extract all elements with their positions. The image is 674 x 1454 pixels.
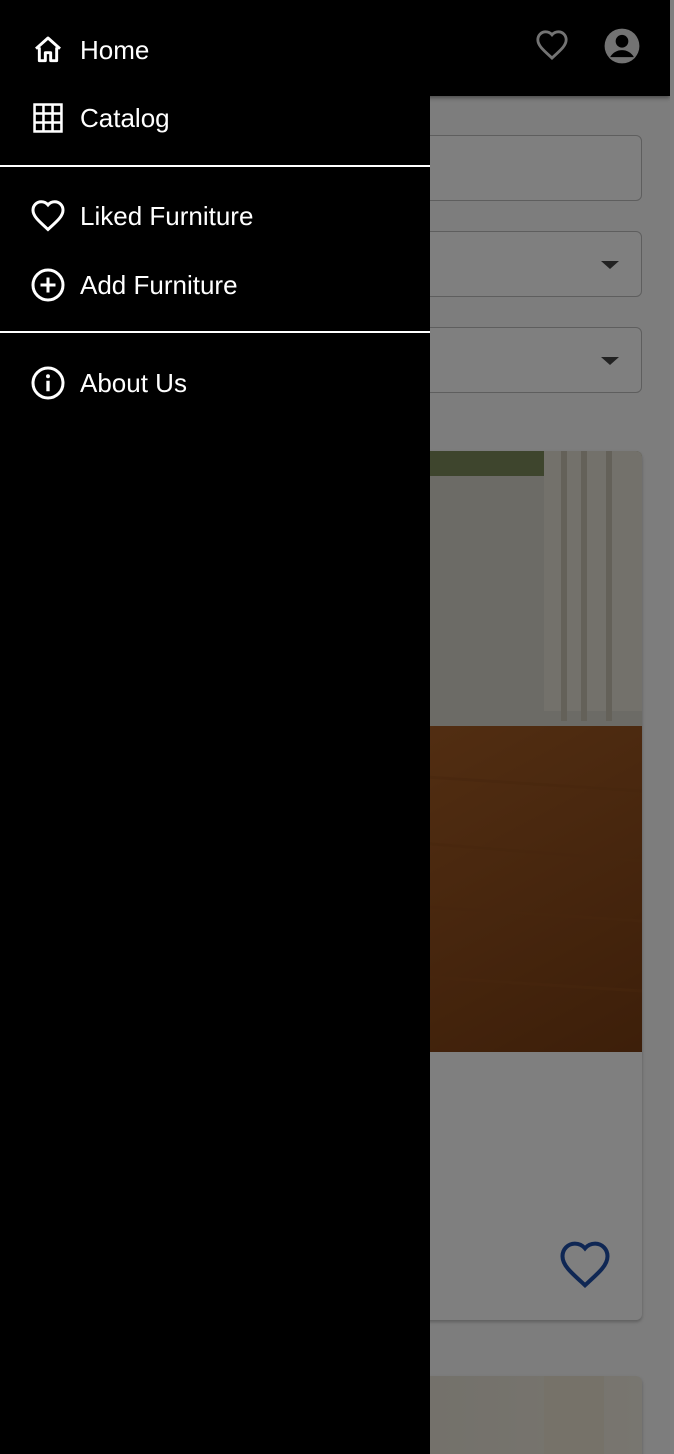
nav-item-liked-furniture[interactable]: Liked Furniture — [0, 186, 430, 242]
nav-item-label: About Us — [80, 368, 187, 398]
nav-item-label: Add Furniture — [80, 270, 238, 300]
nav-item-catalog[interactable]: Catalog — [0, 88, 430, 144]
plus-circle-icon — [30, 267, 66, 303]
drawer-divider — [0, 165, 430, 167]
info-circle-icon — [30, 365, 66, 401]
nav-item-label: Liked Furniture — [80, 201, 254, 231]
home-icon — [30, 32, 66, 68]
nav-item-add-furniture[interactable]: Add Furniture — [0, 255, 430, 311]
heart-outline-icon — [30, 198, 66, 234]
grid-icon — [30, 100, 66, 136]
navigation-drawer: Home Catalog Liked Furniture Add Furnitu… — [0, 0, 430, 1454]
nav-item-home[interactable]: Home — [0, 20, 430, 76]
nav-item-label: Home — [80, 35, 150, 65]
nav-item-label: Catalog — [80, 103, 170, 133]
drawer-divider — [0, 331, 430, 333]
nav-item-about-us[interactable]: About Us — [0, 353, 430, 409]
